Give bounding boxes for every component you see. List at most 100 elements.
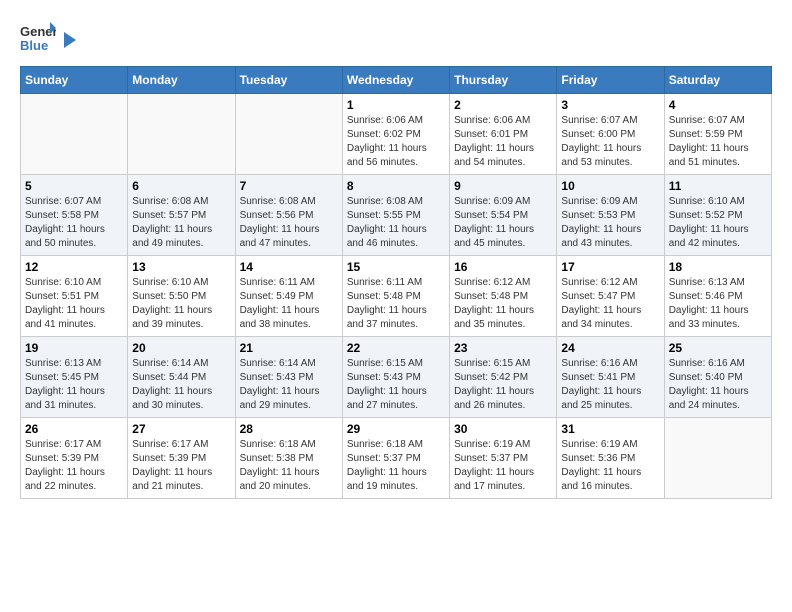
day-number: 28 bbox=[240, 422, 338, 436]
calendar-cell: 7 Sunrise: 6:08 AM Sunset: 5:56 PM Daylig… bbox=[235, 175, 342, 256]
calendar-table: SundayMondayTuesdayWednesdayThursdayFrid… bbox=[20, 66, 772, 499]
calendar-cell bbox=[235, 94, 342, 175]
day-number: 14 bbox=[240, 260, 338, 274]
day-number: 29 bbox=[347, 422, 445, 436]
day-info: Sunrise: 6:15 AM Sunset: 5:42 PM Dayligh… bbox=[454, 357, 552, 413]
column-header-sunday: Sunday bbox=[21, 67, 128, 94]
calendar-cell: 12 Sunrise: 6:10 AM Sunset: 5:51 PM Dayli… bbox=[21, 256, 128, 337]
day-info: Sunrise: 6:17 AM Sunset: 5:39 PM Dayligh… bbox=[25, 438, 123, 494]
calendar-cell: 24Sunrise: 6:16 AM Sunset: 5:41 PM Dayli… bbox=[557, 337, 664, 418]
day-info: Sunrise: 6:10 AM Sunset: 5:52 PM Dayligh… bbox=[669, 195, 767, 251]
day-info: Sunrise: 6:14 AM Sunset: 5:43 PM Dayligh… bbox=[240, 357, 338, 413]
day-number: 15 bbox=[347, 260, 445, 274]
calendar-cell: 27Sunrise: 6:17 AM Sunset: 5:39 PM Dayli… bbox=[128, 418, 235, 499]
day-number: 11 bbox=[669, 179, 767, 193]
day-info: Sunrise: 6:08 AM Sunset: 5:56 PM Dayligh… bbox=[240, 195, 338, 251]
calendar-cell: 8Sunrise: 6:08 AM Sunset: 5:55 PM Daylig… bbox=[342, 175, 449, 256]
day-info: Sunrise: 6:10 AM Sunset: 5:51 PM Dayligh… bbox=[25, 276, 123, 332]
calendar-cell bbox=[128, 94, 235, 175]
column-header-wednesday: Wednesday bbox=[342, 67, 449, 94]
day-info: Sunrise: 6:16 AM Sunset: 5:40 PM Dayligh… bbox=[669, 357, 767, 413]
logo: General Blue bbox=[20, 20, 78, 56]
day-number: 19 bbox=[25, 341, 123, 355]
calendar-cell: 14 Sunrise: 6:11 AM Sunset: 5:49 PM Dayli… bbox=[235, 256, 342, 337]
column-header-tuesday: Tuesday bbox=[235, 67, 342, 94]
day-info: Sunrise: 6:12 AM Sunset: 5:48 PM Dayligh… bbox=[454, 276, 552, 332]
calendar-cell: 22Sunrise: 6:15 AM Sunset: 5:43 PM Dayli… bbox=[342, 337, 449, 418]
day-number: 26 bbox=[25, 422, 123, 436]
calendar-cell bbox=[664, 418, 771, 499]
day-number: 31 bbox=[561, 422, 659, 436]
calendar-cell: 25 Sunrise: 6:16 AM Sunset: 5:40 PM Dayli… bbox=[664, 337, 771, 418]
calendar-cell: 1Sunrise: 6:06 AM Sunset: 6:02 PM Daylig… bbox=[342, 94, 449, 175]
calendar-cell: 18 Sunrise: 6:13 AM Sunset: 5:46 PM Dayli… bbox=[664, 256, 771, 337]
calendar-week-row: 12 Sunrise: 6:10 AM Sunset: 5:51 PM Dayli… bbox=[21, 256, 772, 337]
calendar-cell bbox=[21, 94, 128, 175]
day-number: 30 bbox=[454, 422, 552, 436]
day-info: Sunrise: 6:07 AM Sunset: 6:00 PM Dayligh… bbox=[561, 114, 659, 170]
day-number: 10 bbox=[561, 179, 659, 193]
calendar-cell: 20 Sunrise: 6:14 AM Sunset: 5:44 PM Dayli… bbox=[128, 337, 235, 418]
day-info: Sunrise: 6:14 AM Sunset: 5:44 PM Dayligh… bbox=[132, 357, 230, 413]
day-info: Sunrise: 6:13 AM Sunset: 5:45 PM Dayligh… bbox=[25, 357, 123, 413]
calendar-cell: 10 Sunrise: 6:09 AM Sunset: 5:53 PM Dayli… bbox=[557, 175, 664, 256]
column-header-monday: Monday bbox=[128, 67, 235, 94]
day-number: 6 bbox=[132, 179, 230, 193]
day-info: Sunrise: 6:11 AM Sunset: 5:48 PM Dayligh… bbox=[347, 276, 445, 332]
day-info: Sunrise: 6:19 AM Sunset: 5:37 PM Dayligh… bbox=[454, 438, 552, 494]
svg-text:Blue: Blue bbox=[20, 38, 48, 53]
day-info: Sunrise: 6:06 AM Sunset: 6:01 PM Dayligh… bbox=[454, 114, 552, 170]
calendar-cell: 23 Sunrise: 6:15 AM Sunset: 5:42 PM Dayli… bbox=[450, 337, 557, 418]
day-number: 1 bbox=[347, 98, 445, 112]
day-number: 21 bbox=[240, 341, 338, 355]
calendar-cell: 11 Sunrise: 6:10 AM Sunset: 5:52 PM Dayli… bbox=[664, 175, 771, 256]
day-info: Sunrise: 6:16 AM Sunset: 5:41 PM Dayligh… bbox=[561, 357, 659, 413]
day-info: Sunrise: 6:15 AM Sunset: 5:43 PM Dayligh… bbox=[347, 357, 445, 413]
day-info: Sunrise: 6:18 AM Sunset: 5:37 PM Dayligh… bbox=[347, 438, 445, 494]
calendar-cell: 26 Sunrise: 6:17 AM Sunset: 5:39 PM Dayli… bbox=[21, 418, 128, 499]
calendar-cell: 9Sunrise: 6:09 AM Sunset: 5:54 PM Daylig… bbox=[450, 175, 557, 256]
logo-arrow-icon bbox=[60, 30, 78, 50]
day-number: 18 bbox=[669, 260, 767, 274]
day-number: 27 bbox=[132, 422, 230, 436]
calendar-cell: 21 Sunrise: 6:14 AM Sunset: 5:43 PM Dayli… bbox=[235, 337, 342, 418]
day-info: Sunrise: 6:09 AM Sunset: 5:54 PM Dayligh… bbox=[454, 195, 552, 251]
day-number: 5 bbox=[25, 179, 123, 193]
logo-icon: General Blue bbox=[20, 20, 56, 56]
day-number: 3 bbox=[561, 98, 659, 112]
calendar-cell: 29 Sunrise: 6:18 AM Sunset: 5:37 PM Dayli… bbox=[342, 418, 449, 499]
day-number: 25 bbox=[669, 341, 767, 355]
day-number: 23 bbox=[454, 341, 552, 355]
calendar-cell: 15 Sunrise: 6:11 AM Sunset: 5:48 PM Dayli… bbox=[342, 256, 449, 337]
day-info: Sunrise: 6:09 AM Sunset: 5:53 PM Dayligh… bbox=[561, 195, 659, 251]
calendar-cell: 6 Sunrise: 6:08 AM Sunset: 5:57 PM Daylig… bbox=[128, 175, 235, 256]
page-header: General Blue bbox=[20, 20, 772, 56]
day-info: Sunrise: 6:10 AM Sunset: 5:50 PM Dayligh… bbox=[132, 276, 230, 332]
day-info: Sunrise: 6:07 AM Sunset: 5:59 PM Dayligh… bbox=[669, 114, 767, 170]
day-info: Sunrise: 6:07 AM Sunset: 5:58 PM Dayligh… bbox=[25, 195, 123, 251]
day-number: 16 bbox=[454, 260, 552, 274]
day-info: Sunrise: 6:19 AM Sunset: 5:36 PM Dayligh… bbox=[561, 438, 659, 494]
calendar-cell: 3 Sunrise: 6:07 AM Sunset: 6:00 PM Daylig… bbox=[557, 94, 664, 175]
calendar-cell: 13 Sunrise: 6:10 AM Sunset: 5:50 PM Dayli… bbox=[128, 256, 235, 337]
calendar-cell: 5 Sunrise: 6:07 AM Sunset: 5:58 PM Daylig… bbox=[21, 175, 128, 256]
day-info: Sunrise: 6:18 AM Sunset: 5:38 PM Dayligh… bbox=[240, 438, 338, 494]
calendar-cell: 31 Sunrise: 6:19 AM Sunset: 5:36 PM Dayli… bbox=[557, 418, 664, 499]
day-number: 7 bbox=[240, 179, 338, 193]
day-number: 12 bbox=[25, 260, 123, 274]
calendar-week-row: 26 Sunrise: 6:17 AM Sunset: 5:39 PM Dayli… bbox=[21, 418, 772, 499]
calendar-cell: 17Sunrise: 6:12 AM Sunset: 5:47 PM Dayli… bbox=[557, 256, 664, 337]
day-number: 13 bbox=[132, 260, 230, 274]
calendar-cell: 4Sunrise: 6:07 AM Sunset: 5:59 PM Daylig… bbox=[664, 94, 771, 175]
day-number: 20 bbox=[132, 341, 230, 355]
calendar-week-row: 1Sunrise: 6:06 AM Sunset: 6:02 PM Daylig… bbox=[21, 94, 772, 175]
calendar-cell: 28 Sunrise: 6:18 AM Sunset: 5:38 PM Dayli… bbox=[235, 418, 342, 499]
day-info: Sunrise: 6:08 AM Sunset: 5:57 PM Dayligh… bbox=[132, 195, 230, 251]
day-info: Sunrise: 6:11 AM Sunset: 5:49 PM Dayligh… bbox=[240, 276, 338, 332]
day-number: 17 bbox=[561, 260, 659, 274]
day-info: Sunrise: 6:13 AM Sunset: 5:46 PM Dayligh… bbox=[669, 276, 767, 332]
calendar-header-row: SundayMondayTuesdayWednesdayThursdayFrid… bbox=[21, 67, 772, 94]
calendar-cell: 2Sunrise: 6:06 AM Sunset: 6:01 PM Daylig… bbox=[450, 94, 557, 175]
calendar-week-row: 19 Sunrise: 6:13 AM Sunset: 5:45 PM Dayli… bbox=[21, 337, 772, 418]
calendar-cell: 30 Sunrise: 6:19 AM Sunset: 5:37 PM Dayli… bbox=[450, 418, 557, 499]
